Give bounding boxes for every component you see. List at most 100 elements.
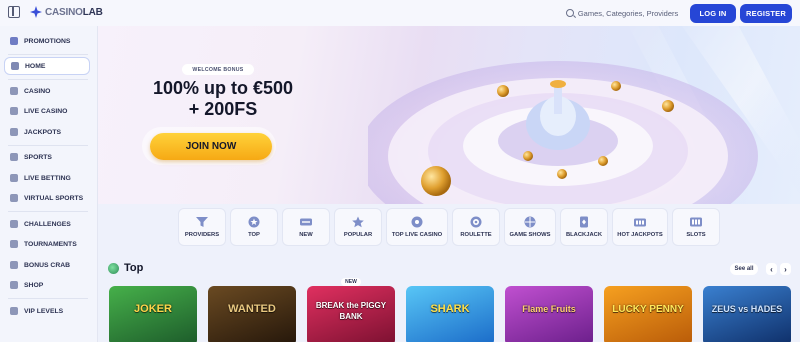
sidebar-item-live-betting[interactable]: LIVE BETTING bbox=[4, 169, 90, 187]
category-providers[interactable]: PROVIDERS bbox=[178, 208, 226, 246]
game-title: SHARK bbox=[430, 303, 470, 315]
search-bar[interactable] bbox=[562, 4, 692, 22]
live-icon bbox=[10, 107, 18, 115]
prev-arrow-button[interactable]: ‹ bbox=[766, 263, 777, 275]
game-card[interactable]: JOKER bbox=[109, 286, 197, 342]
casinolab-logo[interactable]: CASINOLAB bbox=[30, 6, 103, 18]
join-now-button[interactable]: JOIN NOW bbox=[150, 133, 272, 160]
filter-icon bbox=[196, 217, 208, 227]
sidebar-divider bbox=[8, 79, 88, 80]
category-slots[interactable]: SLOTS bbox=[672, 208, 720, 246]
category-roulette[interactable]: ROULETTE bbox=[452, 208, 500, 246]
category-blackjack[interactable]: BLACKJACK bbox=[560, 208, 608, 246]
live-betting-icon bbox=[10, 174, 18, 182]
game-title: JOKER bbox=[134, 303, 172, 315]
challenges-icon bbox=[10, 220, 18, 228]
top-header: CASINOLAB LOG IN REGISTER bbox=[0, 0, 800, 26]
sidebar-item-label: LIVE CASINO bbox=[24, 107, 68, 115]
welcome-bonus-badge: WELCOME BONUS bbox=[182, 64, 254, 75]
star-badge-icon bbox=[248, 216, 260, 228]
star-icon bbox=[352, 216, 364, 228]
sidebar-item-label: JACKPOTS bbox=[24, 128, 62, 136]
sidebar-item-tournaments[interactable]: TOURNAMENTS bbox=[4, 235, 90, 253]
vip-icon bbox=[10, 307, 18, 315]
shop-icon bbox=[10, 281, 18, 289]
game-card[interactable]: WANTED bbox=[208, 286, 296, 342]
sidebar-item-live-casino[interactable]: LIVE CASINO bbox=[4, 102, 90, 120]
trophy-icon bbox=[10, 240, 18, 248]
sidebar-item-virtual-sports[interactable]: VIRTUAL SPORTS bbox=[4, 189, 90, 207]
jackpot-icon bbox=[10, 128, 18, 136]
sidebar-item-jackpots[interactable]: JACKPOTS bbox=[4, 123, 90, 141]
live-star-icon bbox=[411, 216, 423, 228]
slot-icon bbox=[10, 87, 18, 95]
sidebar-item-casino[interactable]: CASINO bbox=[4, 82, 90, 100]
game-card[interactable]: ZEUS vs HADES bbox=[703, 286, 791, 342]
sidebar-item-label: LIVE BETTING bbox=[24, 174, 71, 182]
hero-title-line1: 100% up to €500 bbox=[152, 78, 294, 98]
sidebar-toggle-icon[interactable] bbox=[8, 6, 20, 18]
category-label: NEW bbox=[299, 232, 313, 238]
hero-banner[interactable]: WELCOME BONUS 100% up to €500 + 200FS JO… bbox=[98, 26, 800, 204]
category-label: HOT JACKPOTS bbox=[617, 232, 663, 238]
category-label: SLOTS bbox=[686, 232, 706, 238]
sidebar-divider bbox=[8, 145, 88, 146]
category-label: TOP bbox=[248, 232, 260, 238]
category-label: PROVIDERS bbox=[184, 232, 220, 238]
sidebar-item-label: VIRTUAL SPORTS bbox=[24, 194, 84, 202]
category-label: GAME SHOWS bbox=[509, 232, 551, 238]
sidebar-item-label: SHOP bbox=[24, 281, 44, 289]
new-tag-icon bbox=[300, 218, 312, 226]
next-arrow-button[interactable]: › bbox=[780, 263, 791, 275]
category-popular[interactable]: POPULAR bbox=[334, 208, 382, 246]
game-title: LUCKY PENNY bbox=[612, 304, 684, 315]
slots-icon bbox=[690, 217, 702, 227]
game-card[interactable]: SHARK bbox=[406, 286, 494, 342]
hero-title-line2: + 200FS bbox=[188, 99, 258, 119]
roulette-icon bbox=[470, 216, 482, 228]
sports-icon bbox=[10, 153, 18, 161]
sidebar-divider bbox=[8, 54, 88, 55]
sidebar: PROMOTIONS HOME CASINO LIVE CASINO JACKP… bbox=[0, 26, 98, 342]
category-hot-jackpots[interactable]: HOT JACKPOTS bbox=[612, 208, 668, 246]
sidebar-item-label: TOURNAMENTS bbox=[24, 240, 77, 248]
sidebar-item-challenges[interactable]: CHALLENGES bbox=[4, 215, 90, 233]
cards-icon bbox=[580, 216, 588, 228]
register-button[interactable]: REGISTER bbox=[740, 4, 792, 23]
game-card[interactable]: LUCKY PENNY bbox=[604, 286, 692, 342]
category-label: BLACKJACK bbox=[565, 232, 603, 238]
sidebar-item-label: VIP LEVELS bbox=[24, 307, 64, 315]
game-title: Flame Fruits bbox=[522, 304, 576, 314]
sidebar-item-promotions[interactable]: PROMOTIONS bbox=[4, 32, 90, 50]
game-title: ZEUS vs HADES bbox=[711, 304, 783, 314]
sidebar-divider bbox=[8, 211, 88, 212]
gift-icon bbox=[10, 37, 18, 45]
game-card[interactable]: Flame Fruits bbox=[505, 286, 593, 342]
category-top[interactable]: TOP bbox=[230, 208, 278, 246]
virtual-sports-icon bbox=[10, 194, 18, 202]
category-game-shows[interactable]: GAME SHOWS bbox=[504, 208, 556, 246]
game-card[interactable]: BREAK the PIGGY BANK bbox=[307, 286, 395, 342]
sidebar-item-home[interactable]: HOME bbox=[4, 57, 90, 75]
search-input[interactable] bbox=[577, 8, 692, 18]
game-title: WANTED bbox=[228, 303, 276, 315]
sidebar-item-bonus-crab[interactable]: BONUS CRAB bbox=[4, 256, 90, 274]
category-label: TOP LIVE CASINO bbox=[391, 232, 443, 238]
sidebar-item-shop[interactable]: SHOP bbox=[4, 276, 90, 294]
hot-jackpot-icon bbox=[634, 218, 646, 227]
category-new[interactable]: NEW bbox=[282, 208, 330, 246]
sidebar-item-label: SPORTS bbox=[24, 153, 52, 161]
home-icon bbox=[11, 62, 19, 70]
sidebar-item-label: CHALLENGES bbox=[24, 220, 71, 228]
logo-star-icon bbox=[30, 6, 42, 18]
hero-title: 100% up to €500 + 200FS bbox=[138, 78, 308, 120]
sidebar-item-label: CASINO bbox=[24, 87, 51, 95]
see-all-button[interactable]: See all bbox=[730, 263, 758, 275]
sidebar-item-vip-levels[interactable]: VIP LEVELS bbox=[4, 302, 90, 320]
category-label: POPULAR bbox=[343, 232, 373, 238]
game-title: BREAK the PIGGY BANK bbox=[315, 301, 387, 321]
login-button[interactable]: LOG IN bbox=[690, 4, 736, 23]
new-badge: NEW bbox=[341, 278, 361, 286]
sidebar-item-sports[interactable]: SPORTS bbox=[4, 148, 90, 166]
category-top-live-casino[interactable]: TOP LIVE CASINO bbox=[386, 208, 448, 246]
